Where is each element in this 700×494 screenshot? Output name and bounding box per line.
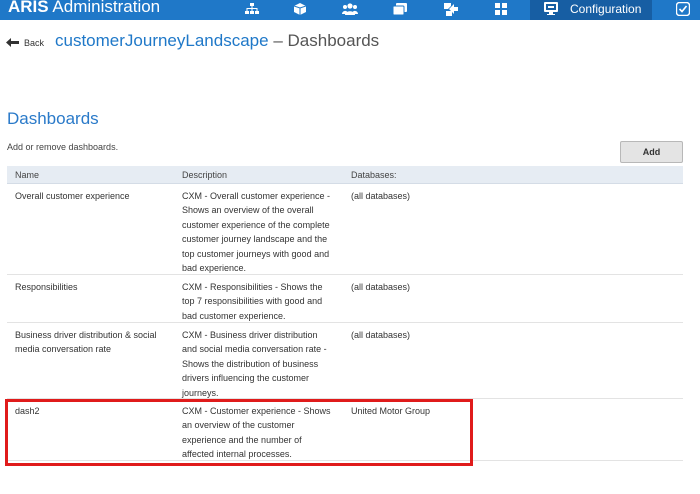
column-header-name[interactable]: Name bbox=[7, 166, 174, 183]
users-icon[interactable] bbox=[340, 0, 360, 18]
brand-product: Administration bbox=[52, 0, 161, 16]
cube-icon[interactable] bbox=[290, 0, 310, 18]
row-databases: (all databases) bbox=[351, 191, 411, 201]
row-name: Overall customer experience bbox=[15, 191, 130, 201]
page-title-app: customerJourneyLandscape bbox=[55, 31, 269, 50]
row-description: CXM - Responsibilities - Shows the top 7… bbox=[182, 282, 323, 321]
configuration-icon bbox=[544, 2, 558, 20]
database-icon[interactable] bbox=[390, 0, 410, 18]
column-header-description[interactable]: Description bbox=[174, 166, 343, 183]
table-row[interactable]: dash2 CXM - Customer experience - Shows … bbox=[7, 399, 683, 461]
hierarchy-icon[interactable] bbox=[242, 0, 262, 18]
table-row[interactable]: Overall customer experience CXM - Overal… bbox=[7, 184, 683, 275]
configuration-tab[interactable]: Configuration bbox=[530, 0, 652, 20]
arrow-left-icon bbox=[6, 34, 19, 52]
row-databases: (all databases) bbox=[351, 282, 411, 292]
row-description: CXM - Overall customer experience - Show… bbox=[182, 191, 331, 274]
table-row[interactable]: Business driver distribution & social me… bbox=[7, 323, 683, 399]
add-button[interactable]: Add bbox=[620, 141, 683, 163]
row-description: CXM - Business driver distribution and s… bbox=[182, 330, 327, 398]
section-subtitle: Add or remove dashboards. bbox=[7, 142, 119, 152]
table-row[interactable]: Responsibilities CXM - Responsibilities … bbox=[7, 275, 683, 323]
row-name: Business driver distribution & social me… bbox=[15, 330, 157, 355]
back-button[interactable]: Back bbox=[6, 34, 44, 52]
top-navigation-bar: ARIS Administration Configuration bbox=[0, 0, 700, 20]
row-databases: United Motor Group bbox=[351, 406, 431, 416]
row-name: dash2 bbox=[15, 406, 40, 416]
dashboards-table: Name Description Databases: Overall cust… bbox=[7, 166, 683, 461]
document-arrow-icon[interactable] bbox=[441, 0, 461, 18]
checklist-icon[interactable] bbox=[675, 1, 691, 21]
row-description: CXM - Customer experience - Shows an ove… bbox=[182, 406, 331, 460]
row-name: Responsibilities bbox=[15, 282, 78, 292]
back-label: Back bbox=[24, 38, 45, 48]
brand-logo[interactable]: ARIS Administration bbox=[8, 0, 160, 17]
page-title-separator: – bbox=[273, 31, 283, 50]
configuration-label: Configuration bbox=[570, 2, 642, 16]
column-header-databases[interactable]: Databases: bbox=[343, 166, 683, 183]
brand-name: ARIS bbox=[8, 0, 49, 16]
page-title-page: Dashboards bbox=[287, 31, 380, 50]
row-databases: (all databases) bbox=[351, 330, 411, 340]
grid-icon[interactable] bbox=[491, 0, 511, 18]
page-title: customerJourneyLandscape – Dashboards bbox=[55, 30, 379, 52]
table-header: Name Description Databases: bbox=[7, 166, 683, 184]
section-title: Dashboards bbox=[7, 109, 99, 128]
